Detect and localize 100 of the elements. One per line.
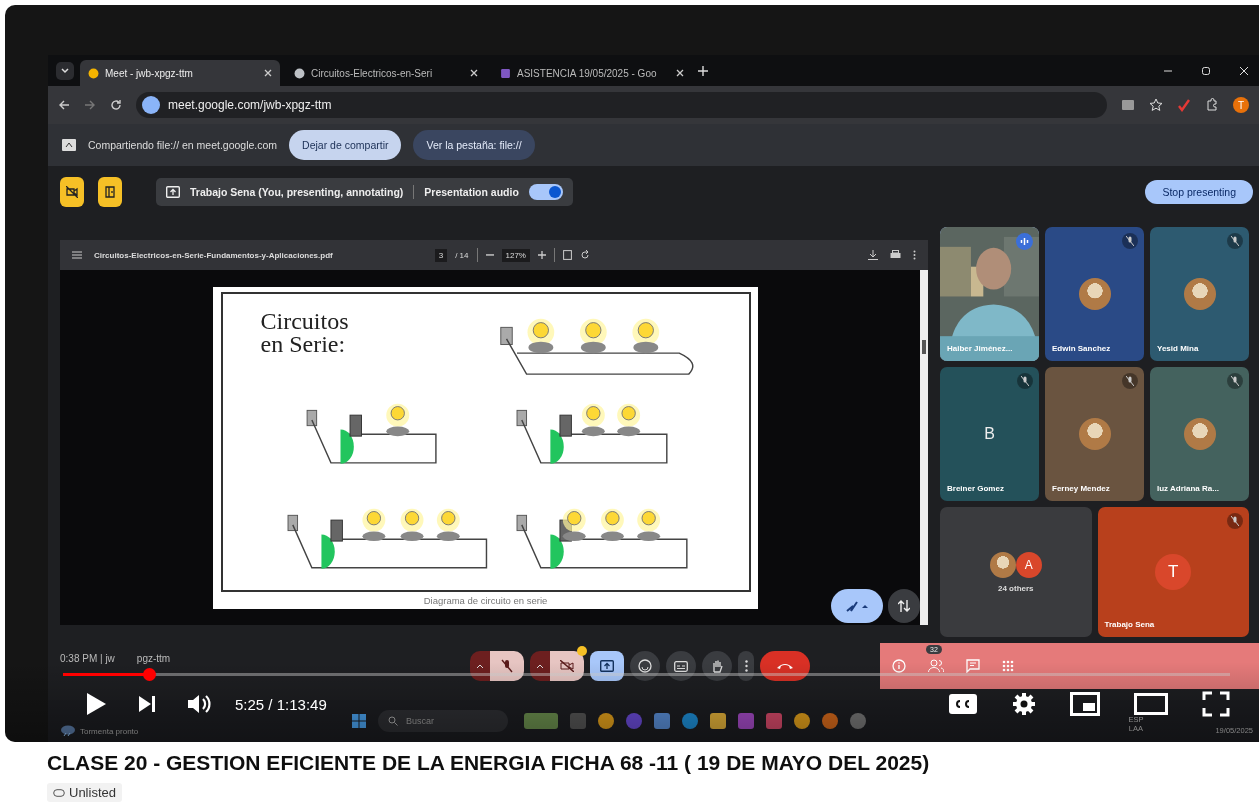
- next-icon[interactable]: [137, 694, 157, 714]
- emoji-button[interactable]: [630, 651, 660, 681]
- camera-off-icon: [66, 186, 78, 198]
- visibility-badge: Unlisted: [47, 783, 122, 802]
- avatar: [1078, 418, 1111, 450]
- others-tile[interactable]: A 24 others: [940, 507, 1092, 637]
- participant-tile[interactable]: Ferney Mendez: [1045, 367, 1144, 501]
- warning-badge: [577, 646, 587, 656]
- close-icon[interactable]: [1239, 65, 1249, 76]
- info-icon[interactable]: [892, 659, 906, 673]
- favicon-icon: [88, 67, 99, 79]
- apps-grid-icon[interactable]: [1002, 660, 1014, 672]
- theater-mode-icon[interactable]: [1134, 693, 1168, 715]
- fit-page-icon[interactable]: [563, 250, 572, 260]
- more-icon: [744, 660, 748, 672]
- zoom-in-icon[interactable]: [538, 251, 546, 259]
- avatar-letter: T: [1155, 554, 1192, 590]
- more-icon[interactable]: [913, 250, 916, 260]
- checkmark-icon[interactable]: [1177, 98, 1191, 112]
- captions-icon[interactable]: [948, 693, 978, 715]
- people-icon[interactable]: [928, 659, 944, 673]
- windows-start-icon[interactable]: [352, 714, 366, 728]
- chat-icon[interactable]: [966, 659, 980, 673]
- annotate-button[interactable]: [831, 589, 883, 623]
- miniplayer-icon[interactable]: [1070, 692, 1100, 716]
- weather-icon: [60, 724, 76, 736]
- puzzle-icon[interactable]: [1205, 98, 1219, 112]
- hand-icon: [711, 659, 723, 673]
- zoom-field[interactable]: 127%: [501, 248, 530, 262]
- favicon-icon: [500, 67, 511, 79]
- microphone-icon: [501, 659, 513, 673]
- back-icon[interactable]: [58, 99, 70, 111]
- participant-name: Edwin Sanchez: [1052, 344, 1111, 353]
- present-button[interactable]: [590, 651, 624, 681]
- browser-tab[interactable]: Circuitos-Electricos-en-Seri: [286, 60, 486, 86]
- pen-icon: [845, 599, 869, 613]
- audio-label: Presentation audio: [424, 186, 519, 198]
- close-tab-icon[interactable]: [470, 69, 478, 77]
- present-icon: [166, 186, 180, 198]
- swap-button[interactable]: [888, 589, 920, 623]
- avatar: [989, 551, 1016, 578]
- door-icon: [104, 186, 116, 198]
- favicon-icon: [294, 67, 305, 79]
- reload-icon[interactable]: [110, 99, 122, 111]
- volume-icon[interactable]: [187, 693, 213, 715]
- participant-name: Ferney Mendez: [1052, 484, 1110, 493]
- star-icon[interactable]: [1149, 98, 1163, 112]
- time-display: 5:25 / 1:13:49: [235, 695, 327, 713]
- weather-text: Tormenta pronto: [80, 727, 139, 736]
- raise-hand-button[interactable]: [702, 651, 732, 681]
- restore-icon[interactable]: [1201, 65, 1211, 76]
- settings-icon[interactable]: [1012, 692, 1036, 716]
- download-icon[interactable]: [868, 250, 878, 260]
- avatar-letter: B: [984, 425, 995, 443]
- close-tab-icon[interactable]: [676, 69, 684, 77]
- view-tab-button[interactable]: Ver la pestaña: file://: [413, 130, 535, 160]
- camera-off-button[interactable]: [60, 177, 84, 207]
- participant-name: Yesid Mina: [1157, 344, 1199, 353]
- avatar: [1183, 418, 1216, 450]
- print-icon[interactable]: [890, 250, 901, 260]
- app-icon[interactable]: [850, 713, 866, 729]
- zoom-out-icon[interactable]: [485, 251, 494, 259]
- mic-button[interactable]: [490, 651, 524, 681]
- video-title: CLASE 20 - GESTION EFICIENTE DE LA ENERGIA FICHA 68 -11 ( 19 DE MAYO DEL 2025): [47, 751, 931, 775]
- door-button[interactable]: [98, 177, 122, 207]
- browser-tab[interactable]: ASISTENCIA 19/05/2025 - Goo: [492, 60, 692, 86]
- tab-list-icon[interactable]: [56, 61, 74, 80]
- play-icon[interactable]: [85, 692, 107, 716]
- participant-tile[interactable]: Yesid Mina: [1150, 227, 1249, 361]
- phone-icon: [776, 662, 794, 670]
- end-call-button[interactable]: [760, 651, 810, 681]
- pdf-filename: Circuitos-Electricos-en-Serie-Fundamentos-y-Aplicaciones.pdf: [94, 250, 333, 260]
- forward-icon[interactable]: [84, 99, 96, 111]
- page-count: / 14: [455, 250, 469, 260]
- page-field[interactable]: 3: [434, 248, 448, 262]
- camera-options-button[interactable]: [530, 651, 550, 681]
- participant-tile[interactable]: Edwin Sanchez: [1045, 227, 1144, 361]
- fullscreen-icon[interactable]: [1202, 691, 1230, 717]
- self-tile[interactable]: T Trabajo Sena: [1097, 507, 1249, 637]
- rotate-icon[interactable]: [580, 250, 590, 260]
- captions-button[interactable]: [666, 651, 696, 681]
- participant-tile[interactable]: B Breiner Gomez: [940, 367, 1039, 501]
- avatar: [1183, 278, 1216, 310]
- participant-tile[interactable]: luz Adriana Ra...: [1150, 367, 1249, 501]
- menu-icon[interactable]: [72, 251, 82, 259]
- participant-name: Haiber Jiménez...: [947, 344, 1013, 353]
- avatar: [1078, 278, 1111, 310]
- mic-options-button[interactable]: [470, 651, 490, 681]
- address-field[interactable]: meet.google.com/jwb-xpgz-ttm: [136, 92, 1107, 118]
- browser-tab[interactable]: Meet - jwb-xpgz-ttm: [80, 60, 280, 86]
- audio-toggle[interactable]: [528, 184, 563, 200]
- stop-presenting-button[interactable]: Stop presenting: [1145, 180, 1253, 204]
- camera-icon: [560, 660, 574, 672]
- camera-button[interactable]: [550, 651, 584, 681]
- more-options-button[interactable]: [738, 651, 754, 681]
- captions-icon: [674, 660, 688, 672]
- stop-sharing-button[interactable]: Dejar de compartir: [289, 130, 402, 160]
- scrollbar[interactable]: [920, 270, 928, 625]
- close-tab-icon[interactable]: [264, 69, 272, 77]
- call-info: 0:38 PM | jw: [60, 652, 115, 664]
